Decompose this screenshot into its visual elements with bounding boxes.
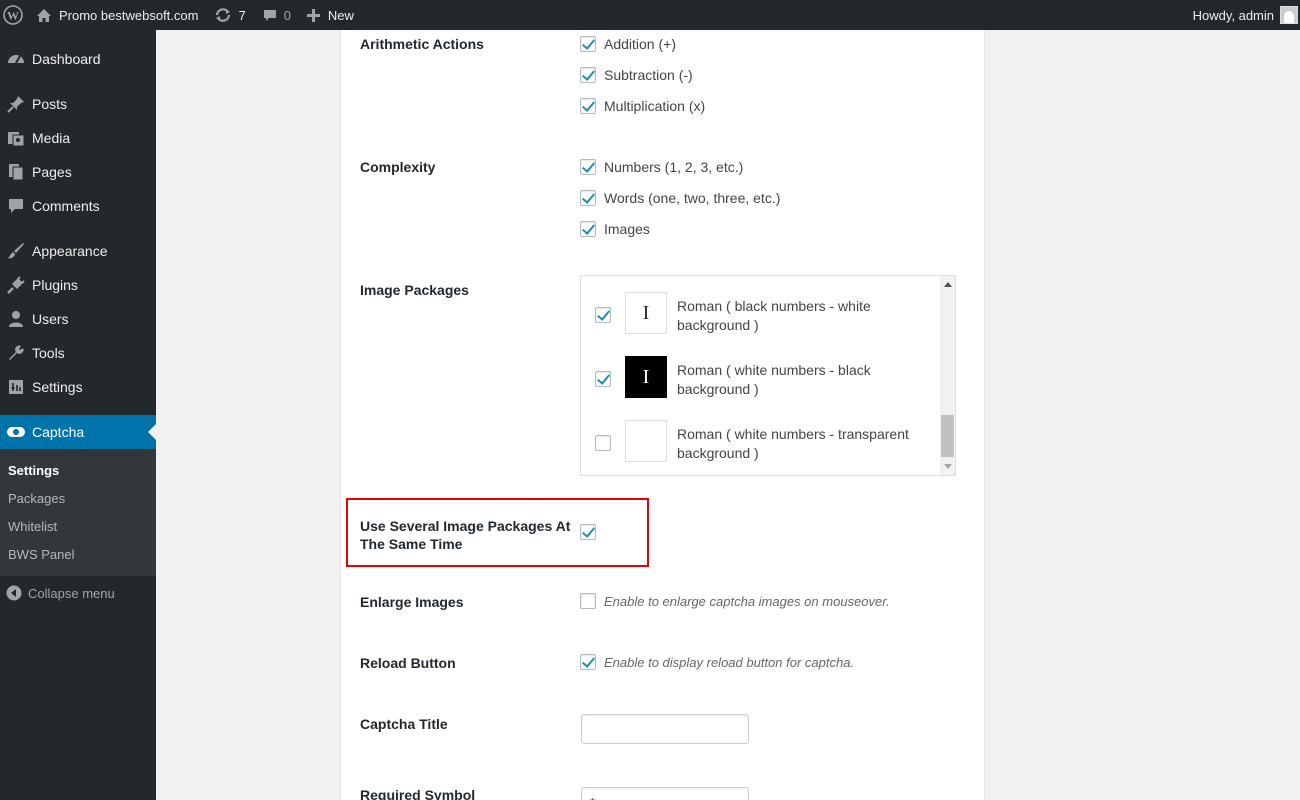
enlarge-images-label: Enlarge Images xyxy=(360,594,464,610)
new-label: New xyxy=(327,7,354,23)
site-name-link[interactable]: Promo bestwebsoft.com xyxy=(28,0,206,30)
scroll-up-icon[interactable] xyxy=(944,282,952,287)
user-icon xyxy=(0,310,32,328)
sidebar-item-dashboard[interactable]: Dashboard xyxy=(0,42,156,76)
package-label: Roman ( white numbers - transparent back… xyxy=(677,426,909,461)
captcha-title-label: Captcha Title xyxy=(360,716,448,732)
submenu-item-whitelist[interactable]: Whitelist xyxy=(8,519,57,534)
required-symbol-label: Required Symbol xyxy=(360,787,476,800)
package-checkbox[interactable] xyxy=(595,307,611,323)
numbers-label: Numbers (1, 2, 3, etc.) xyxy=(604,159,744,175)
packages-scrollbar[interactable] xyxy=(940,276,955,475)
collapse-arrow-icon xyxy=(0,585,28,601)
settings-icon xyxy=(0,378,32,396)
admin-bar: W Promo bestwebsoft.com 7 0 New Howdy, a… xyxy=(0,0,1300,30)
media-icon xyxy=(0,129,32,147)
images-label: Images xyxy=(604,221,650,237)
my-account-link[interactable]: Howdy, admin xyxy=(1185,0,1300,30)
reload-button-label: Reload Button xyxy=(360,655,456,671)
sidebar-item-pages[interactable]: Pages xyxy=(0,155,156,189)
sidebar-item-media[interactable]: Media xyxy=(0,121,156,155)
several-packages-checkbox[interactable] xyxy=(580,524,596,540)
required-symbol-input[interactable] xyxy=(581,787,749,800)
subtraction-label: Subtraction (-) xyxy=(604,67,693,83)
multiplication-label: Multiplication (x) xyxy=(604,98,706,114)
image-packages-label: Image Packages xyxy=(360,282,469,298)
multiplication-checkbox[interactable] xyxy=(580,98,596,114)
wordpress-logo-icon[interactable]: W xyxy=(0,0,28,30)
svg-text:W: W xyxy=(7,9,19,23)
plus-icon xyxy=(306,8,320,22)
complexity-label: Complexity xyxy=(360,159,436,175)
captcha-submenu: Settings Packages Whitelist BWS Panel xyxy=(0,449,156,576)
package-thumbnail xyxy=(625,420,667,462)
numbers-checkbox[interactable] xyxy=(580,159,596,175)
package-label: Roman ( white numbers - black background… xyxy=(677,362,871,397)
sidebar-item-settings[interactable]: Settings xyxy=(0,370,156,404)
image-packages-list[interactable]: I Roman ( black numbers - white backgrou… xyxy=(580,275,956,476)
comment-icon xyxy=(0,197,32,215)
eye-icon xyxy=(0,425,32,439)
home-icon xyxy=(36,8,52,23)
words-checkbox[interactable] xyxy=(580,190,596,206)
addition-checkbox[interactable] xyxy=(580,36,596,52)
pushpin-icon xyxy=(0,95,32,113)
collapse-menu-button[interactable]: Collapse menu xyxy=(0,581,115,605)
submenu-item-settings[interactable]: Settings xyxy=(8,463,59,478)
updates-link[interactable]: 7 xyxy=(206,0,253,30)
subtraction-checkbox[interactable] xyxy=(580,67,596,83)
arithmetic-actions-label: Arithmetic Actions xyxy=(360,36,484,52)
scrollbar-thumb[interactable] xyxy=(941,415,954,457)
submenu-item-bws-panel[interactable]: BWS Panel xyxy=(8,547,74,562)
submenu-item-packages[interactable]: Packages xyxy=(8,491,65,506)
enlarge-images-description: Enable to enlarge captcha images on mous… xyxy=(604,594,890,609)
admin-sidebar: Dashboard Posts Media Pages Comments App… xyxy=(0,30,156,800)
package-thumbnail: I xyxy=(625,292,667,334)
avatar xyxy=(1280,6,1298,24)
greeting: Howdy, admin xyxy=(1192,7,1274,23)
package-thumbnail: I xyxy=(625,356,667,398)
enlarge-images-checkbox[interactable] xyxy=(580,593,596,609)
sidebar-item-comments[interactable]: Comments xyxy=(0,189,156,223)
captcha-title-input[interactable] xyxy=(581,714,749,744)
images-checkbox[interactable] xyxy=(580,221,596,237)
sidebar-item-tools[interactable]: Tools xyxy=(0,336,156,370)
reload-button-description: Enable to display reload button for capt… xyxy=(604,655,855,670)
reload-button-checkbox[interactable] xyxy=(580,654,596,670)
sidebar-item-posts[interactable]: Posts xyxy=(0,87,156,121)
refresh-icon xyxy=(214,7,232,23)
sidebar-item-users[interactable]: Users xyxy=(0,302,156,336)
several-packages-label: Use Several Image Packages At The Same T… xyxy=(360,518,571,552)
plug-icon xyxy=(0,276,32,294)
updates-count: 7 xyxy=(238,7,246,23)
package-checkbox[interactable] xyxy=(595,371,611,387)
sidebar-item-plugins[interactable]: Plugins xyxy=(0,268,156,302)
paintbrush-icon xyxy=(0,242,32,260)
sidebar-item-captcha[interactable]: Captcha xyxy=(0,415,156,449)
comments-count: 0 xyxy=(283,7,291,23)
addition-label: Addition (+) xyxy=(604,36,676,52)
package-checkbox[interactable] xyxy=(595,435,611,451)
comments-link[interactable]: 0 xyxy=(254,0,299,30)
scroll-down-icon[interactable] xyxy=(944,464,952,469)
wrench-icon xyxy=(0,344,32,362)
dashboard-icon xyxy=(0,50,32,68)
package-label: Roman ( black numbers - white background… xyxy=(677,298,871,333)
new-content-link[interactable]: New xyxy=(299,0,362,30)
words-label: Words (one, two, three, etc.) xyxy=(604,190,781,206)
comment-icon xyxy=(262,8,278,23)
site-name: Promo bestwebsoft.com xyxy=(59,7,199,23)
pages-icon xyxy=(0,163,32,181)
sidebar-item-appearance[interactable]: Appearance xyxy=(0,234,156,268)
